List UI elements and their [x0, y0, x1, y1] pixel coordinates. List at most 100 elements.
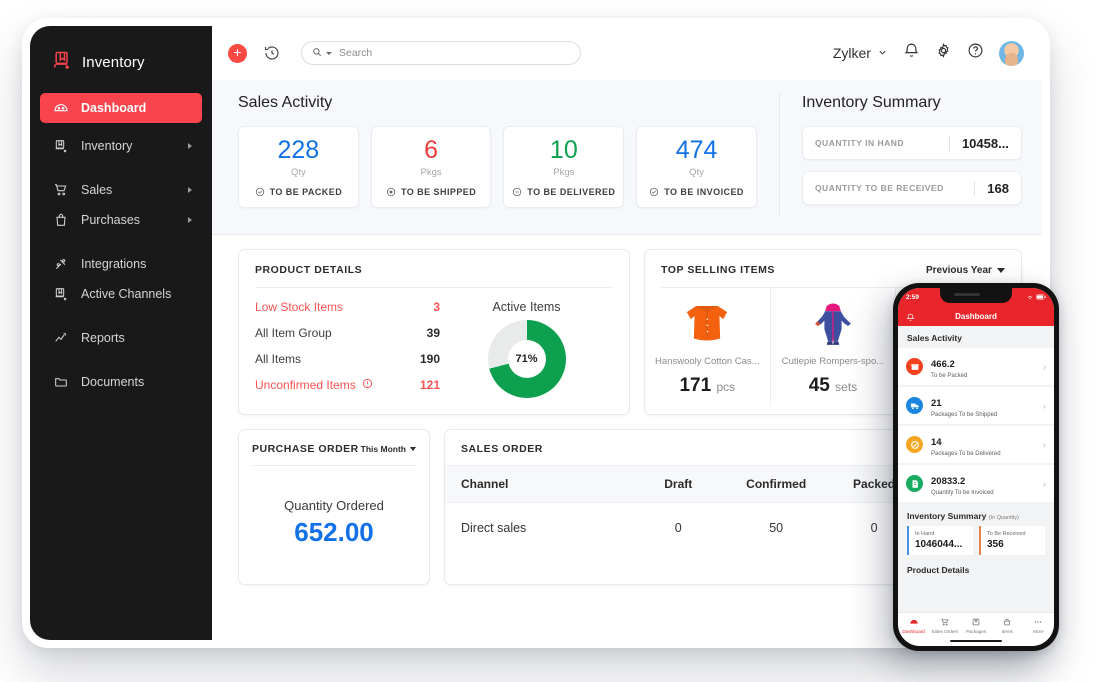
check-circle-icon: [649, 187, 659, 197]
phone-tab-more[interactable]: More: [1023, 617, 1054, 634]
phone-bell-icon[interactable]: [906, 309, 915, 327]
stat-unit: Pkgs: [420, 166, 442, 178]
product-line-label: Unconfirmed Items: [255, 378, 356, 392]
column-header-confirmed[interactable]: Confirmed: [727, 465, 826, 503]
phone-tab-sales-orders[interactable]: Sales Orders: [929, 617, 960, 634]
sidebar-item-label: Purchases: [81, 213, 141, 227]
shopping-bag-icon: [52, 212, 69, 229]
gauge-icon: [909, 619, 918, 624]
stat-label-wrap: TO BE INVOICED: [649, 187, 744, 197]
phone-inventory-box-to-be-received[interactable]: To Be Received 356: [979, 526, 1045, 555]
add-new-button[interactable]: +: [228, 43, 247, 63]
stat-card-to-be-shipped[interactable]: 6 Pkgs TO BE SHIPPED: [370, 126, 492, 208]
phone-card-to-be-delivered[interactable]: 14 Packages To be Delivered ›: [898, 426, 1054, 463]
notifications-bell-icon[interactable]: [903, 42, 920, 64]
sidebar-item-active-channels[interactable]: Active Channels: [40, 279, 202, 309]
topbar: + Search Zylker: [212, 26, 1042, 80]
product-details-list: Low Stock Items 3 All Item Group 39 All …: [255, 300, 440, 404]
avatar[interactable]: [998, 40, 1024, 66]
screenshot-stage: Inventory Dashboard Inventory Sales Purc…: [0, 0, 1100, 682]
search-input[interactable]: Search: [301, 41, 581, 65]
search-scope-caret-icon[interactable]: [326, 51, 332, 55]
wifi-icon: [1027, 295, 1033, 299]
phone-card-value: 21: [931, 398, 942, 409]
top-selling-filter[interactable]: Previous Year: [926, 265, 1005, 276]
sidebar-item-documents[interactable]: Documents: [40, 367, 202, 397]
cell-channel: Direct sales: [461, 521, 527, 535]
product-line-all-items[interactable]: All Items 190: [255, 352, 440, 366]
phone-card-to-be-invoiced[interactable]: 20833.2 Quantity To be Invoiced ›: [898, 465, 1054, 502]
phone-card-label: Packages To be Shipped: [931, 412, 998, 418]
top-selling-item-qty-value: 171: [679, 375, 712, 396]
product-line-value: 39: [426, 326, 440, 340]
chevron-right-icon: ›: [1043, 439, 1046, 450]
phone-status-time: 2:59: [906, 293, 920, 301]
org-switcher[interactable]: Zylker: [833, 45, 888, 61]
top-selling-item-qty: 171 pcs: [679, 375, 735, 397]
phone-home-indicator: [950, 639, 1002, 642]
inventory-row-quantity-in-hand[interactable]: QUANTITY IN HAND 10458...: [801, 126, 1022, 160]
sidebar-item-reports[interactable]: Reports: [40, 323, 202, 353]
info-icon[interactable]: [362, 378, 373, 392]
product-line-all-item-group[interactable]: All Item Group 39: [255, 326, 440, 340]
channels-icon: [52, 286, 69, 303]
sidebar-item-purchases[interactable]: Purchases: [40, 205, 202, 235]
column-header-channel[interactable]: Channel: [445, 465, 630, 503]
search-placeholder: Search: [339, 47, 373, 59]
stat-unit: Qty: [689, 166, 704, 178]
phone-tab-dashboard[interactable]: Dashboard: [898, 617, 929, 634]
product-line-low-stock-items[interactable]: Low Stock Items 3: [255, 300, 440, 314]
product-details-header: PRODUCT DETAILS: [239, 250, 629, 287]
phone-mockup: 2:59 Dashboard Sales Activity 466.2 To b…: [893, 283, 1059, 651]
column-header-draft[interactable]: Draft: [629, 465, 728, 503]
phone-card-label: To be Packed: [931, 373, 968, 379]
phone-inventory-box-in-hand[interactable]: In Hand 1046044...: [907, 526, 973, 555]
phone-tab-items[interactable]: Items: [992, 617, 1023, 634]
purchase-order-filter[interactable]: This Month: [361, 444, 416, 454]
sidebar-item-sales[interactable]: Sales: [40, 175, 202, 205]
product-line-unconfirmed-items[interactable]: Unconfirmed Items 121: [255, 378, 440, 392]
inventory-row-quantity-to-be-received[interactable]: QUANTITY TO BE RECEIVED 168: [801, 171, 1022, 205]
stat-card-to-be-invoiced[interactable]: 474 Qty TO BE INVOICED: [636, 126, 757, 208]
product-line-label: All Item Group: [255, 326, 332, 340]
top-selling-item-name: Hanswooly Cotton Cas...: [655, 356, 760, 367]
phone-inventory-boxes: In Hand 1046044... To Be Received 356: [898, 526, 1054, 555]
target-circle-icon: [386, 187, 396, 197]
sales-activity-cards: 228 Qty TO BE PACKED 6 Pkgs TO BE SHIPPE…: [238, 126, 757, 208]
topbar-right: Zylker: [833, 40, 1024, 66]
brand-name: Inventory: [82, 54, 145, 71]
phone-card-to-be-shipped[interactable]: 21 Packages To be Shipped ›: [898, 387, 1054, 424]
sidebar-item-inventory[interactable]: Inventory: [40, 131, 202, 161]
top-selling-item[interactable]: Hanswooly Cotton Cas... 171 pcs: [645, 288, 771, 406]
inventory-summary-title: Inventory Summary: [801, 94, 941, 111]
sidebar-item-label: Sales: [81, 183, 113, 197]
inventory-row-value: 168: [974, 180, 1009, 196]
stat-card-to-be-packed[interactable]: 228 Qty TO BE PACKED: [238, 126, 359, 208]
active-items-chart: Active Items 71%: [440, 300, 613, 404]
top-selling-item[interactable]: Cutiepie Rompers-spo... 45 sets: [771, 288, 897, 406]
donut-chart: 71%: [487, 320, 566, 398]
app-window: Inventory Dashboard Inventory Sales Purc…: [30, 26, 1042, 640]
sidebar-item-dashboard[interactable]: Dashboard: [40, 93, 202, 123]
sidebar-item-integrations[interactable]: Integrations: [40, 249, 202, 279]
product-line-value: 190: [419, 352, 440, 366]
stat-unit: Qty: [290, 166, 306, 178]
help-icon[interactable]: [967, 42, 984, 64]
stat-value: 228: [277, 135, 320, 164]
phone-tab-packages[interactable]: Packages: [960, 617, 991, 634]
product-details-title: PRODUCT DETAILS: [255, 264, 363, 276]
settings-gear-icon[interactable]: [935, 42, 952, 64]
chevron-right-icon: ›: [1043, 478, 1046, 489]
stat-card-to-be-delivered[interactable]: 10 Pkgs TO BE DELIVERED: [503, 126, 625, 208]
chevron-right-icon: [188, 217, 192, 223]
stat-unit: Pkgs: [553, 166, 575, 178]
recent-history-icon[interactable]: [263, 44, 281, 62]
phone-card-label: Packages To be Delivered: [931, 451, 1001, 457]
sales-activity-section: Sales Activity 228 Qty TO BE PACKED 6 Pk…: [212, 94, 780, 216]
sales-activity-title: Sales Activity: [238, 94, 333, 111]
blue-romper-image: [808, 296, 858, 348]
purchase-order-header: PURCHASE ORDER This Month: [239, 430, 429, 465]
gauge-icon: [52, 100, 69, 117]
phone-card-to-be-packed[interactable]: 466.2 To be Packed ›: [898, 348, 1054, 385]
product-line-value: 121: [419, 378, 440, 392]
